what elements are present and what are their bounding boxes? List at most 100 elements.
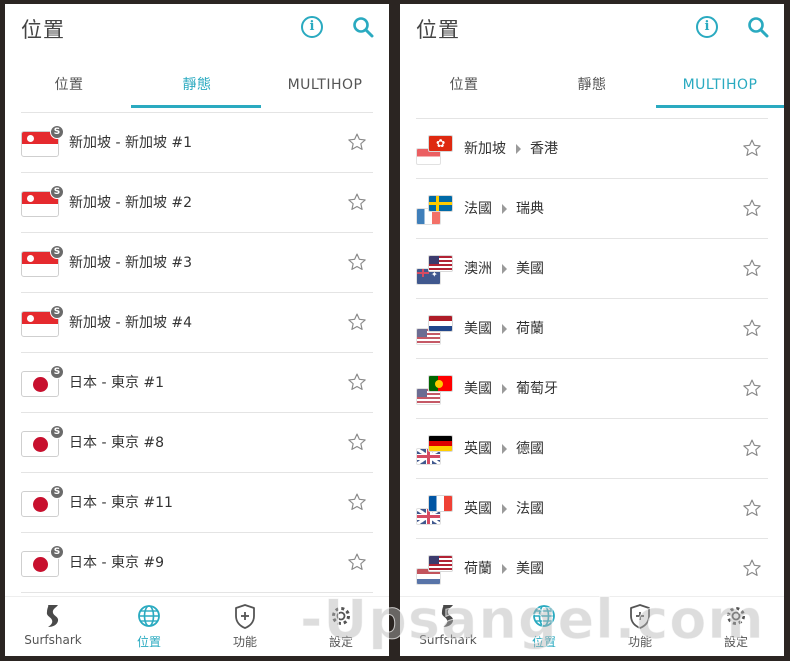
page-title: 位置 <box>21 18 65 42</box>
nav-item-surfshark-logo[interactable]: Surfshark <box>5 597 101 656</box>
exit-country: 美國 <box>516 561 544 577</box>
static-server-row[interactable]: S 新加坡 - 新加坡 #1 <box>21 113 373 173</box>
static-server-row[interactable]: S 新加坡 - 新加坡 #4 <box>21 293 373 353</box>
nl-flag-icon <box>428 315 453 332</box>
nav-item-shield-plus[interactable]: 功能 <box>592 597 688 656</box>
us-flag-icon <box>428 555 453 572</box>
nav-label: 位置 <box>136 635 161 649</box>
nav-label: Surfshark <box>419 633 477 647</box>
multihop-route-row[interactable]: 美國 荷蘭 <box>416 299 768 359</box>
multihop-route-row[interactable]: 荷蘭 美國 <box>416 539 768 599</box>
tab-static[interactable]: 靜態 <box>133 62 261 108</box>
static-server-row[interactable]: S 新加坡 - 新加坡 #3 <box>21 233 373 293</box>
multihop-route-row[interactable]: 法國 瑞典 <box>416 179 768 239</box>
favorite-star-icon[interactable] <box>347 432 367 452</box>
nav-item-shield-plus[interactable]: 功能 <box>197 597 293 656</box>
static-badge: S <box>50 545 64 559</box>
multihop-route-row[interactable]: 美國 葡萄牙 <box>416 359 768 419</box>
route-arrow-icon <box>502 324 507 334</box>
gear-icon <box>332 607 350 625</box>
nav-label: 功能 <box>627 635 652 649</box>
hk-flag-icon <box>428 135 453 152</box>
multihop-route-row[interactable]: 英國 法國 <box>416 479 768 539</box>
shield-plus-icon <box>235 604 255 629</box>
favorite-star-icon[interactable] <box>742 498 762 518</box>
nav-label: 位置 <box>531 635 556 649</box>
static-badge: S <box>50 185 64 199</box>
entry-country: 澳洲 <box>464 261 492 277</box>
nav-item-surfshark-logo[interactable]: Surfshark <box>400 597 496 656</box>
tab-locations[interactable]: 位置 <box>5 62 133 108</box>
tab-multihop[interactable]: MULTIHOP <box>261 62 389 108</box>
info-icon[interactable]: i <box>301 16 323 38</box>
de-flag-icon <box>428 435 453 452</box>
search-icon[interactable] <box>351 15 375 39</box>
nav-item-globe[interactable]: 位置 <box>496 597 592 656</box>
static-server-row[interactable]: S 日本 - 東京 #9 <box>21 533 373 593</box>
entry-country: 英國 <box>464 501 492 517</box>
surfshark-logo-icon <box>441 605 454 627</box>
fr-flag-icon <box>428 495 453 512</box>
pt-flag-icon <box>428 375 453 392</box>
entry-country: 美國 <box>464 381 492 397</box>
nav-label: 設定 <box>723 635 748 649</box>
static-badge: S <box>50 245 64 259</box>
surfshark-logo-icon <box>46 605 59 627</box>
entry-country: 新加坡 <box>464 141 506 157</box>
tab-multihop[interactable]: MULTIHOP <box>656 62 784 108</box>
nav-item-gear[interactable]: 設定 <box>293 597 389 656</box>
favorite-star-icon[interactable] <box>742 318 762 338</box>
static-server-row[interactable]: S 日本 - 東京 #8 <box>21 413 373 473</box>
app-header: 位置 i <box>5 4 389 52</box>
favorite-star-icon[interactable] <box>742 378 762 398</box>
active-tab-indicator <box>656 105 784 108</box>
shield-plus-icon <box>630 604 650 629</box>
favorite-star-icon[interactable] <box>347 312 367 332</box>
search-icon[interactable] <box>746 15 770 39</box>
static-server-row[interactable]: S 日本 - 東京 #11 <box>21 473 373 533</box>
static-badge: S <box>50 125 64 139</box>
active-tab-indicator <box>131 105 261 108</box>
favorite-star-icon[interactable] <box>347 252 367 272</box>
exit-country: 香港 <box>530 141 558 157</box>
multihop-server-list: 新加坡香港法國瑞典澳洲美國美國荷蘭美國葡萄牙英國德國英國法國荷蘭美國 <box>416 118 768 599</box>
server-label: 新加坡 - 新加坡 #4 <box>69 315 193 331</box>
server-label: 新加坡 - 新加坡 #3 <box>69 255 193 271</box>
static-server-row[interactable]: S 新加坡 - 新加坡 #2 <box>21 173 373 233</box>
globe-icon <box>138 605 160 627</box>
multihop-route-row[interactable]: 英國 德國 <box>416 419 768 479</box>
info-icon[interactable]: i <box>696 16 718 38</box>
route-arrow-icon <box>516 144 521 154</box>
server-label: 日本 - 東京 #9 <box>69 555 165 571</box>
tab-locations[interactable]: 位置 <box>400 62 528 108</box>
favorite-star-icon[interactable] <box>347 552 367 572</box>
bottom-navigation: Surfshark 位置 功能 設定 <box>400 596 784 656</box>
favorite-star-icon[interactable] <box>347 192 367 212</box>
favorite-star-icon[interactable] <box>742 138 762 158</box>
multihop-route-row[interactable]: 新加坡 香港 <box>416 119 768 179</box>
favorite-star-icon[interactable] <box>347 132 367 152</box>
entry-country: 英國 <box>464 441 492 457</box>
favorite-star-icon[interactable] <box>742 198 762 218</box>
server-label: 日本 - 東京 #1 <box>69 375 165 391</box>
favorite-star-icon[interactable] <box>347 372 367 392</box>
server-label: 日本 - 東京 #8 <box>69 435 165 451</box>
route-arrow-icon <box>502 204 507 214</box>
favorite-star-icon[interactable] <box>347 492 367 512</box>
static-badge: S <box>50 425 64 439</box>
exit-country: 瑞典 <box>516 201 544 217</box>
globe-icon <box>533 605 555 627</box>
server-label: 新加坡 - 新加坡 #2 <box>69 195 193 211</box>
nav-item-gear[interactable]: 設定 <box>688 597 784 656</box>
favorite-star-icon[interactable] <box>742 558 762 578</box>
static-server-row[interactable]: S 日本 - 東京 #1 <box>21 353 373 413</box>
app-header: 位置 i <box>400 4 784 52</box>
multihop-locations-screen: 位置 i 位置 靜態 MULTIHOP 新加坡香港法國瑞典澳洲美國美國荷蘭美國葡… <box>400 4 784 656</box>
nav-item-globe[interactable]: 位置 <box>101 597 197 656</box>
favorite-star-icon[interactable] <box>742 438 762 458</box>
favorite-star-icon[interactable] <box>742 258 762 278</box>
nav-label: 功能 <box>232 635 257 649</box>
gear-icon <box>727 607 745 625</box>
tab-static[interactable]: 靜態 <box>528 62 656 108</box>
multihop-route-row[interactable]: 澳洲 美國 <box>416 239 768 299</box>
